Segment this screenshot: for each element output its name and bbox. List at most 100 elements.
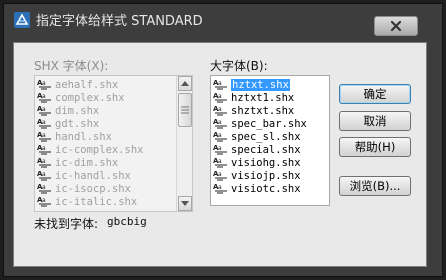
svg-text:a: a (42, 119, 46, 126)
svg-text:a: a (42, 197, 46, 204)
cancel-button[interactable]: 取消 (339, 111, 411, 131)
browse-button[interactable]: 浏览(B)... (339, 176, 411, 196)
scroll-down-button[interactable] (178, 196, 192, 211)
shx-font-file-icon: Aa (213, 118, 227, 129)
big-font-list-item[interactable]: Aa hztxt1.shx (213, 91, 294, 104)
scroll-up-button[interactable] (178, 76, 192, 91)
shx-font-list-item[interactable]: Aa gdt.shx (37, 117, 99, 130)
svg-text:a: a (218, 171, 222, 178)
shx-font-list-item[interactable]: Aa aehalf.shx (37, 78, 118, 91)
svg-text:a: a (42, 158, 46, 165)
svg-text:a: a (218, 184, 222, 191)
big-font-list-item[interactable]: Aa hztxt.shx (213, 78, 290, 91)
svg-text:a: a (42, 145, 46, 152)
shx-font-file-icon: Aa (37, 157, 51, 168)
svg-text:a: a (42, 171, 46, 178)
shx-font-file-icon: Aa (213, 79, 227, 90)
shx-font-list-item-label: handl.shx (55, 130, 112, 143)
dialog-window: 指定字体给样式 STANDARD SHX 字体(X): Aa ic-italic.… (3, 3, 443, 277)
shx-font-file-icon: Aa (37, 144, 51, 155)
chevron-up-icon (181, 81, 189, 86)
shx-font-list-item[interactable]: Aa ic-complex.shx (37, 143, 144, 156)
big-font-label: 大字体(B): (210, 59, 268, 73)
big-font-list-item[interactable]: Aa spec_sl.shx (213, 130, 301, 143)
shx-font-list-item[interactable]: Aa dim.shx (37, 104, 99, 117)
shx-font-file-icon: Aa (213, 157, 227, 168)
shx-font-file-icon: Aa (213, 131, 227, 142)
shx-font-file-icon: Aa (37, 131, 51, 142)
svg-text:a: a (218, 132, 222, 139)
svg-text:a: a (42, 184, 46, 191)
shx-font-file-icon: Aa (37, 105, 51, 116)
shx-font-file-icon: Aa (213, 92, 227, 103)
window-title: 指定字体给样式 STANDARD (36, 14, 203, 29)
autocad-app-icon (14, 12, 30, 28)
chevron-down-icon (181, 201, 189, 206)
shx-font-file-icon: Aa (213, 170, 227, 181)
grip-icon (181, 106, 189, 114)
shx-font-list-item-label: ic-dim.shx (55, 156, 119, 169)
shx-list-scrollbar[interactable] (176, 76, 192, 211)
svg-text:a: a (42, 93, 46, 100)
shx-font-file-icon: Aa (213, 105, 227, 116)
ok-button[interactable]: 确定 (339, 84, 411, 104)
scroll-thumb[interactable] (178, 93, 192, 127)
svg-text:a: a (218, 93, 222, 100)
svg-text:a: a (42, 132, 46, 139)
big-font-list-item-label: special.shx (231, 143, 301, 156)
shx-font-list[interactable]: Aa ic-italic.shx Aa ic-isocp.shx Aa ic-handl.… (34, 75, 193, 212)
big-font-list-item-label: shztxt.shx (231, 104, 295, 117)
big-font-list-item-label: hztxt.shx (231, 78, 290, 91)
svg-text:a: a (218, 119, 222, 126)
big-font-list-item[interactable]: Aa visiojp.shx (213, 169, 301, 182)
shx-font-list-item[interactable]: Aa handl.shx (37, 130, 112, 143)
shx-font-list-item-label: dim.shx (55, 104, 100, 117)
svg-text:a: a (218, 145, 222, 152)
dialog-client-area: SHX 字体(X): Aa ic-italic.shx Aa ic-isocp.shx… (13, 42, 427, 267)
big-font-list-item[interactable]: Aa visiotc.shx (213, 182, 301, 195)
big-font-list-item[interactable]: Aa visiohg.shx (213, 156, 301, 169)
big-font-list-item-label: hztxt1.shx (231, 91, 295, 104)
shx-font-list-item-label: aehalf.shx (55, 78, 119, 91)
svg-text:a: a (42, 80, 46, 87)
shx-font-list-item-label: ic-isocp.shx (55, 182, 131, 195)
shx-font-list-item[interactable]: Aa ic-italic.shx (37, 195, 137, 208)
big-font-list-item[interactable]: Aa special.shx (213, 143, 301, 156)
shx-font-list-item[interactable]: Aa complex.shx (37, 91, 125, 104)
big-font-list-item-label: visiojp.shx (231, 169, 301, 182)
svg-text:a: a (218, 106, 222, 113)
shx-font-file-icon: Aa (37, 183, 51, 194)
svg-text:a: a (42, 106, 46, 113)
shx-font-label: SHX 字体(X): (34, 59, 109, 73)
shx-font-list-item-label: complex.shx (55, 91, 125, 104)
shx-font-list-item-label: ic-italic.shx (55, 195, 138, 208)
big-font-list-item-label: spec_sl.shx (231, 130, 301, 143)
big-font-list[interactable]: Aa visiotc.shx Aa visiojp.shx Aa visiohg.shx A… (210, 75, 330, 206)
shx-font-file-icon: Aa (213, 183, 227, 194)
shx-font-file-icon: Aa (37, 79, 51, 90)
shx-font-file-icon: Aa (37, 118, 51, 129)
font-not-found-value: gbcbig (107, 215, 147, 228)
font-not-found-label: 未找到字体: (34, 217, 99, 231)
big-font-list-item[interactable]: Aa spec_bar.shx (213, 117, 307, 130)
close-button[interactable] (374, 16, 418, 36)
shx-font-list-item[interactable]: Aa ic-dim.shx (37, 156, 118, 169)
svg-text:a: a (218, 158, 222, 165)
big-font-list-item-label: visiohg.shx (231, 156, 301, 169)
shx-font-list-item-label: ic-complex.shx (55, 143, 144, 156)
shx-font-file-icon: Aa (213, 144, 227, 155)
shx-font-file-icon: Aa (37, 92, 51, 103)
big-font-list-item-label: visiotc.shx (231, 182, 301, 195)
help-button[interactable]: 帮助(H) (339, 137, 411, 157)
big-font-list-item-label: spec_bar.shx (231, 117, 307, 130)
big-font-list-item[interactable]: Aa shztxt.shx (213, 104, 294, 117)
shx-font-list-item[interactable]: Aa ic-handl.shx (37, 169, 131, 182)
shx-font-file-icon: Aa (37, 170, 51, 181)
shx-font-list-item[interactable]: Aa ic-isocp.shx (37, 182, 131, 195)
svg-text:a: a (218, 80, 222, 87)
close-icon (390, 20, 402, 32)
title-bar[interactable]: 指定字体给样式 STANDARD (4, 4, 442, 36)
shx-font-file-icon: Aa (37, 196, 51, 207)
shx-font-list-item-label: gdt.shx (55, 117, 100, 130)
shx-font-list-item-label: ic-handl.shx (55, 169, 131, 182)
